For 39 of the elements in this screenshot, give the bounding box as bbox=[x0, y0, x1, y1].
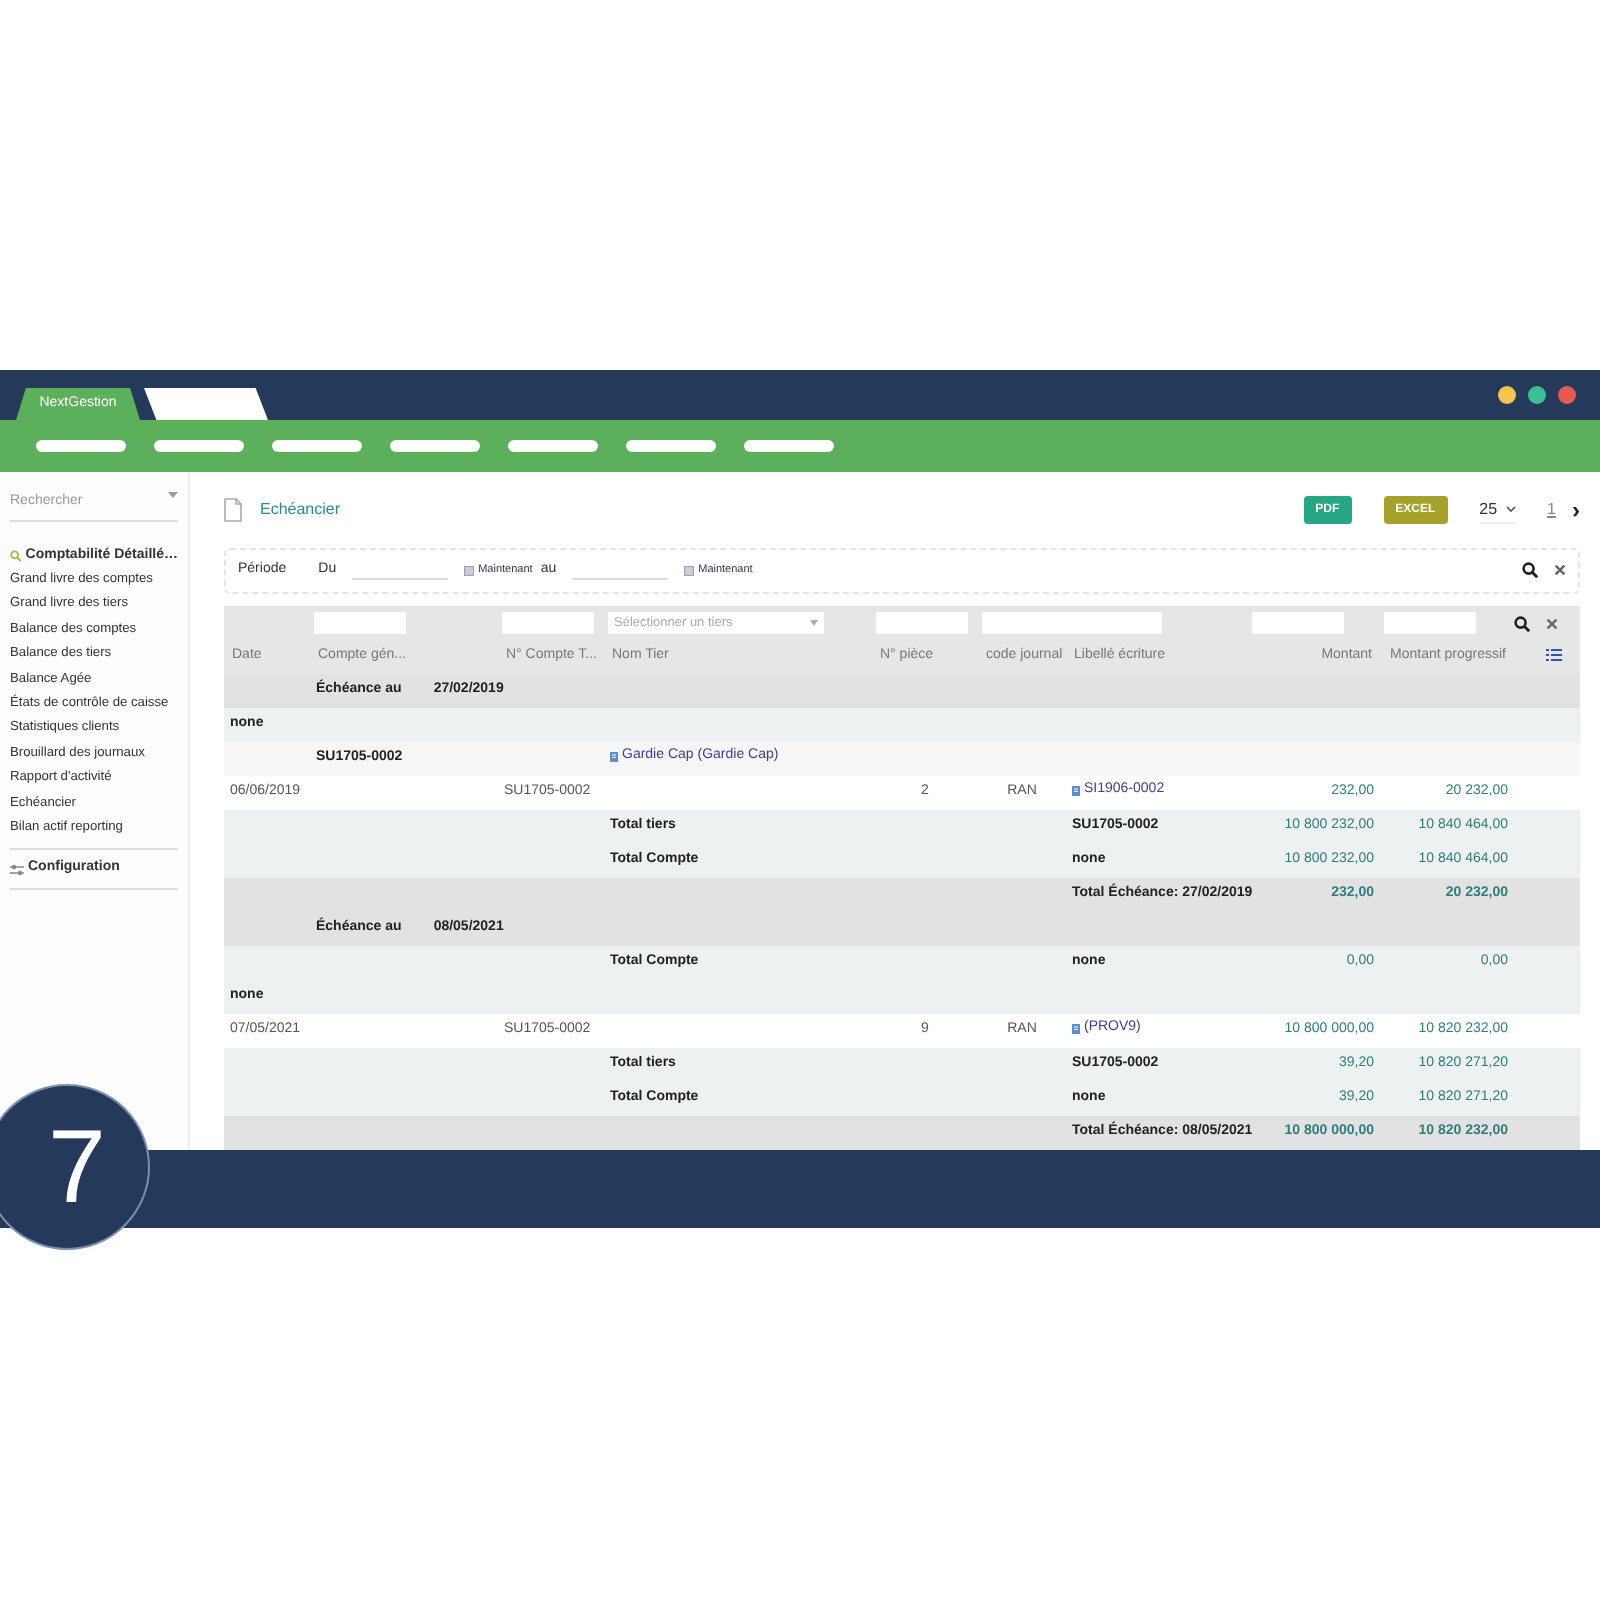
list-icon[interactable] bbox=[1546, 647, 1562, 662]
filter-field[interactable] bbox=[876, 611, 968, 634]
menu-placeholder[interactable] bbox=[36, 440, 126, 452]
menu-placeholder[interactable] bbox=[272, 440, 362, 452]
calendar-icon bbox=[684, 565, 695, 576]
menu-placeholder[interactable] bbox=[508, 440, 598, 452]
next-page-link[interactable]: › bbox=[1572, 498, 1580, 523]
filter-field[interactable] bbox=[1252, 611, 1344, 634]
filter-field[interactable] bbox=[1384, 611, 1476, 634]
step-number: 7 bbox=[0, 1084, 150, 1250]
menu-placeholder[interactable] bbox=[744, 440, 834, 452]
caret-icon bbox=[810, 620, 818, 626]
calendar-icon bbox=[464, 565, 475, 576]
document-icon bbox=[224, 498, 242, 523]
search-icon[interactable] bbox=[1522, 562, 1538, 579]
magnifier-icon bbox=[10, 547, 22, 564]
filter-field[interactable] bbox=[982, 611, 1074, 634]
close-icon[interactable] bbox=[1546, 617, 1558, 629]
page-link[interactable]: 1 bbox=[1547, 498, 1556, 523]
document-icon bbox=[1072, 1024, 1080, 1035]
close-control[interactable] bbox=[1558, 386, 1576, 404]
browser-tab[interactable] bbox=[144, 388, 268, 420]
filter-field[interactable] bbox=[1070, 611, 1162, 634]
page-title: Echéancier bbox=[260, 498, 341, 523]
close-icon[interactable] bbox=[1554, 564, 1566, 577]
filter-field[interactable] bbox=[314, 611, 406, 634]
maximize-control[interactable] bbox=[1528, 386, 1546, 404]
search-icon[interactable] bbox=[1514, 615, 1530, 631]
menu-placeholder[interactable] bbox=[154, 440, 244, 452]
menu-placeholder[interactable] bbox=[390, 440, 480, 452]
document-icon bbox=[1072, 786, 1080, 797]
chevron-down-icon bbox=[1505, 505, 1516, 514]
filter-field[interactable] bbox=[502, 611, 594, 634]
caret-icon bbox=[168, 492, 178, 500]
page-size-select[interactable]: 25 bbox=[1479, 497, 1516, 524]
minimize-control[interactable] bbox=[1498, 386, 1516, 404]
menu-placeholder[interactable] bbox=[626, 440, 716, 452]
document-icon bbox=[610, 752, 618, 763]
sliders-icon bbox=[10, 863, 24, 876]
